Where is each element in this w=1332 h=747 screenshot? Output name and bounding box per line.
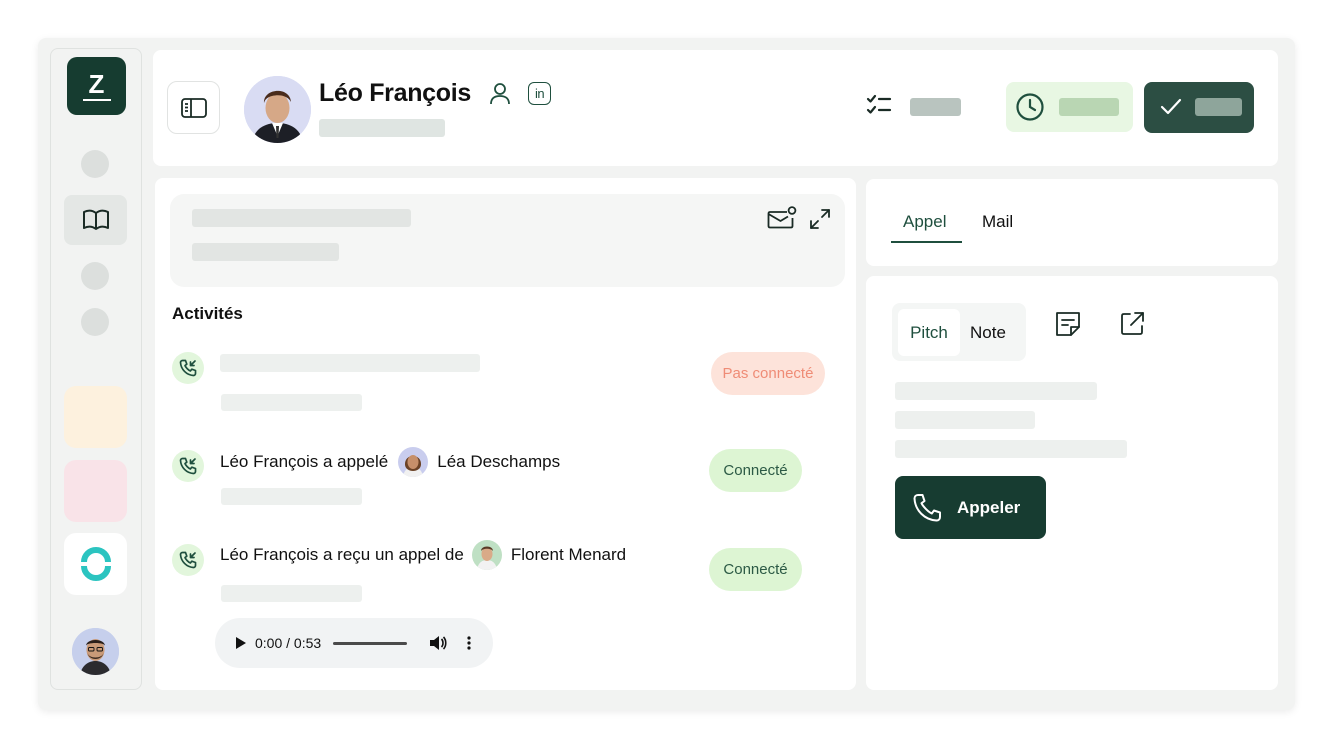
summary-line-1 bbox=[192, 209, 411, 227]
activity-3-person: Florent Menard bbox=[510, 545, 627, 564]
clock-icon bbox=[1016, 93, 1044, 121]
play-icon[interactable] bbox=[235, 636, 247, 650]
contact-header: Léo François in bbox=[153, 50, 1278, 166]
summary-card bbox=[170, 194, 845, 287]
call-button-label: Appeler bbox=[957, 497, 1021, 517]
call-button[interactable]: Appeler bbox=[895, 476, 1046, 539]
timer-value-placeholder bbox=[1059, 98, 1119, 116]
logo-letter: Z bbox=[88, 68, 105, 99]
activities-title: Activités bbox=[172, 304, 243, 323]
contact-name: Léo François bbox=[319, 79, 471, 107]
summary-line-2 bbox=[192, 243, 339, 261]
contact-subtitle-placeholder bbox=[319, 119, 445, 137]
person-icon[interactable] bbox=[489, 82, 511, 106]
user-avatar[interactable] bbox=[72, 628, 119, 675]
segment-note[interactable]: Note bbox=[970, 309, 1006, 356]
call-activity-icon bbox=[172, 450, 204, 482]
checklist-icon[interactable] bbox=[866, 94, 892, 116]
sidebar-toggle-icon bbox=[180, 97, 207, 118]
sidebar: Z bbox=[50, 48, 142, 690]
phone-icon bbox=[913, 493, 941, 521]
validate-button[interactable] bbox=[1144, 82, 1254, 133]
call-activity-icon bbox=[172, 544, 204, 576]
status-badge: Pas connecté bbox=[711, 352, 825, 395]
audio-player: 0:00 / 0:53 bbox=[215, 618, 493, 668]
status-badge: Connecté bbox=[709, 548, 802, 591]
linkedin-label: in bbox=[534, 86, 545, 101]
activity-2-caller: Léo François a appelé bbox=[220, 452, 389, 471]
sidebar-toggle-button[interactable] bbox=[167, 81, 220, 134]
activities-panel: Activités Pas connecté Léo François a ap… bbox=[155, 178, 856, 690]
contact-photo bbox=[244, 76, 311, 143]
activity-3-text: Léo François a reçu un appel de Florent … bbox=[220, 540, 626, 570]
sidebar-item-placeholder-3[interactable] bbox=[81, 308, 109, 336]
pitch-line-3 bbox=[895, 440, 1127, 458]
incoming-call-icon bbox=[179, 359, 197, 377]
activity-3-caller: Léo François a reçu un appel de bbox=[220, 545, 464, 564]
book-icon bbox=[82, 209, 109, 230]
volume-icon[interactable] bbox=[429, 635, 447, 651]
activity-1-line-2 bbox=[221, 394, 362, 411]
incoming-call-icon bbox=[179, 551, 197, 569]
status-badge: Connecté bbox=[709, 449, 802, 492]
segment-pitch[interactable]: Pitch bbox=[898, 309, 960, 356]
active-tab-indicator bbox=[891, 241, 962, 243]
expand-icon[interactable] bbox=[809, 208, 831, 230]
sidebar-item-book[interactable] bbox=[64, 195, 127, 245]
sidebar-integration-tile[interactable] bbox=[64, 533, 127, 595]
note-icon[interactable] bbox=[1053, 309, 1083, 339]
sidebar-tile-pink[interactable] bbox=[64, 460, 127, 522]
channel-tabs: Appel Mail bbox=[866, 179, 1278, 266]
sidebar-item-placeholder-1[interactable] bbox=[81, 150, 109, 178]
lea-avatar[interactable] bbox=[398, 447, 429, 477]
pitch-line-1 bbox=[895, 382, 1097, 400]
tab-appel[interactable]: Appel bbox=[903, 212, 946, 232]
activity-1-line-1 bbox=[220, 354, 480, 372]
sidebar-item-placeholder-2[interactable] bbox=[81, 262, 109, 290]
linkedin-icon[interactable]: in bbox=[528, 82, 551, 105]
timer-button[interactable] bbox=[1006, 82, 1133, 132]
activity-2-text: Léo François a appelé Léa Deschamps bbox=[220, 447, 560, 477]
call-activity-icon bbox=[172, 352, 204, 384]
call-panel: Pitch Note Appeler bbox=[866, 276, 1278, 690]
sidebar-tile-yellow[interactable] bbox=[64, 386, 127, 448]
activity-2-line-2 bbox=[221, 488, 362, 505]
activity-3-line-2 bbox=[221, 585, 362, 602]
logo-underline bbox=[82, 98, 111, 101]
tasks-count-placeholder bbox=[910, 98, 961, 116]
app-logo[interactable]: Z bbox=[67, 57, 126, 115]
audio-progress-bar[interactable] bbox=[333, 641, 408, 645]
incoming-call-icon bbox=[179, 457, 197, 475]
refresh-icon bbox=[80, 547, 111, 581]
pitch-note-switch: Pitch Note bbox=[892, 303, 1026, 361]
mail-notification-icon[interactable] bbox=[767, 206, 797, 230]
florent-avatar[interactable] bbox=[471, 540, 502, 570]
validate-label-placeholder bbox=[1195, 98, 1242, 116]
tab-mail[interactable]: Mail bbox=[982, 212, 1013, 232]
pitch-line-2 bbox=[895, 411, 1035, 429]
external-link-icon[interactable] bbox=[1118, 310, 1146, 338]
check-icon bbox=[1160, 98, 1182, 115]
activity-2-person: Léa Deschamps bbox=[437, 452, 561, 471]
more-options-icon[interactable] bbox=[467, 636, 471, 650]
audio-time: 0:00 / 0:53 bbox=[255, 635, 322, 651]
